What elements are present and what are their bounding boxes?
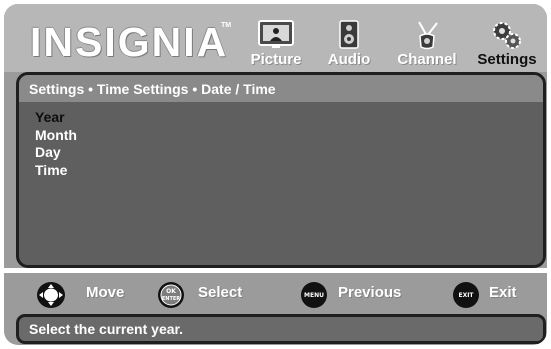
status-help-text: Select the current year.: [16, 314, 546, 344]
hint-move-label: Move: [86, 284, 125, 301]
tab-audio-label: Audio: [327, 51, 371, 68]
brand-logo: INSIGNIA: [30, 19, 229, 65]
tab-channel-label: Channel: [397, 51, 457, 68]
button-hint-bar: Move OK ENTER Select MENU Previous EXIT …: [4, 273, 547, 316]
dpad-icon: [36, 281, 66, 314]
exit-button-icon: EXIT: [452, 281, 480, 314]
tv-picture-icon: [258, 20, 294, 55]
speaker-icon: [338, 20, 360, 55]
menu-list: Year Month Day Time: [35, 109, 77, 179]
tv-menu-frame: INSIGNIA TM Picture Audio Channel Settin…: [4, 4, 547, 345]
hint-previous-label: Previous: [338, 284, 402, 301]
svg-text:EXIT: EXIT: [458, 292, 474, 299]
tab-settings[interactable]: Settings: [470, 4, 544, 72]
menu-item-day[interactable]: Day: [35, 144, 77, 162]
settings-panel: Settings • Time Settings • Date / Time Y…: [16, 72, 546, 268]
svg-text:OK: OK: [166, 288, 176, 295]
breadcrumb: Settings • Time Settings • Date / Time: [19, 75, 543, 102]
menu-item-year[interactable]: Year: [35, 109, 77, 127]
menu-item-time[interactable]: Time: [35, 162, 77, 180]
svg-text:MENU: MENU: [304, 292, 324, 299]
gears-icon: [491, 20, 523, 55]
ok-enter-button-icon: OK ENTER: [157, 281, 185, 314]
tab-channel[interactable]: Channel: [386, 4, 468, 72]
hint-select-label: Select: [198, 284, 243, 301]
menu-item-month[interactable]: Month: [35, 127, 77, 145]
tab-picture-label: Picture: [250, 51, 302, 68]
trademark-symbol: TM: [221, 22, 232, 29]
tab-audio[interactable]: Audio: [318, 4, 380, 72]
menu-button-icon: MENU: [300, 281, 328, 314]
tab-settings-label: Settings: [477, 51, 537, 68]
tab-picture[interactable]: Picture: [240, 4, 312, 72]
hint-exit-label: Exit: [489, 284, 517, 301]
menu-header: INSIGNIA TM Picture Audio Channel Settin…: [4, 4, 547, 72]
svg-text:ENTER: ENTER: [162, 296, 180, 302]
antenna-icon: [413, 20, 441, 55]
